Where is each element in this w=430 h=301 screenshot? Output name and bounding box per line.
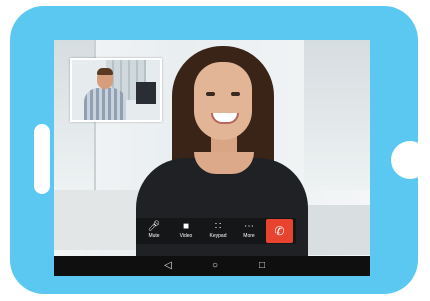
participant-eye — [231, 92, 240, 96]
mute-label: Mute — [148, 233, 160, 239]
pip-person-hair — [97, 68, 113, 75]
back-icon[interactable]: ◁ — [158, 256, 178, 276]
android-nav-bar: ◁ ○ □ — [54, 256, 370, 276]
side-button — [34, 124, 50, 194]
video-button[interactable]: ■ Video — [170, 218, 202, 244]
video-label: Video — [179, 233, 193, 239]
self-view-preview[interactable] — [70, 58, 162, 122]
background-window — [304, 40, 370, 190]
recents-icon[interactable]: □ — [252, 256, 272, 276]
device-home-button[interactable] — [391, 141, 429, 179]
keypad-icon: ∷ — [214, 221, 222, 232]
more-button[interactable]: ⋯ More — [233, 218, 265, 244]
home-icon[interactable]: ○ — [205, 256, 225, 276]
participant-face — [194, 62, 252, 140]
participant-body — [136, 158, 308, 268]
end-call-button[interactable]: ✆ — [266, 219, 293, 243]
more-icon: ⋯ — [244, 221, 254, 232]
call-controls-bar: 🎤︎ Mute ■ Video ∷ Keypad ⋯ More ✆ — [136, 218, 296, 244]
background-desk — [299, 205, 370, 255]
more-label: More — [243, 233, 255, 239]
participant-eye — [206, 92, 215, 96]
keypad-label: Keypad — [209, 233, 227, 239]
end-call-icon: ✆ — [274, 224, 285, 238]
pip-person-body — [84, 88, 126, 120]
pip-monitor — [136, 82, 156, 104]
keypad-button[interactable]: ∷ Keypad — [202, 218, 234, 244]
mute-button[interactable]: 🎤︎ Mute — [138, 218, 170, 244]
background-shelf — [54, 190, 144, 250]
video-call-screen: 🎤︎ Mute ■ Video ∷ Keypad ⋯ More ✆ ◁ ○ □ — [54, 40, 370, 276]
mic-muted-icon: 🎤︎ — [147, 221, 161, 232]
video-off-icon: ■ — [182, 221, 190, 232]
